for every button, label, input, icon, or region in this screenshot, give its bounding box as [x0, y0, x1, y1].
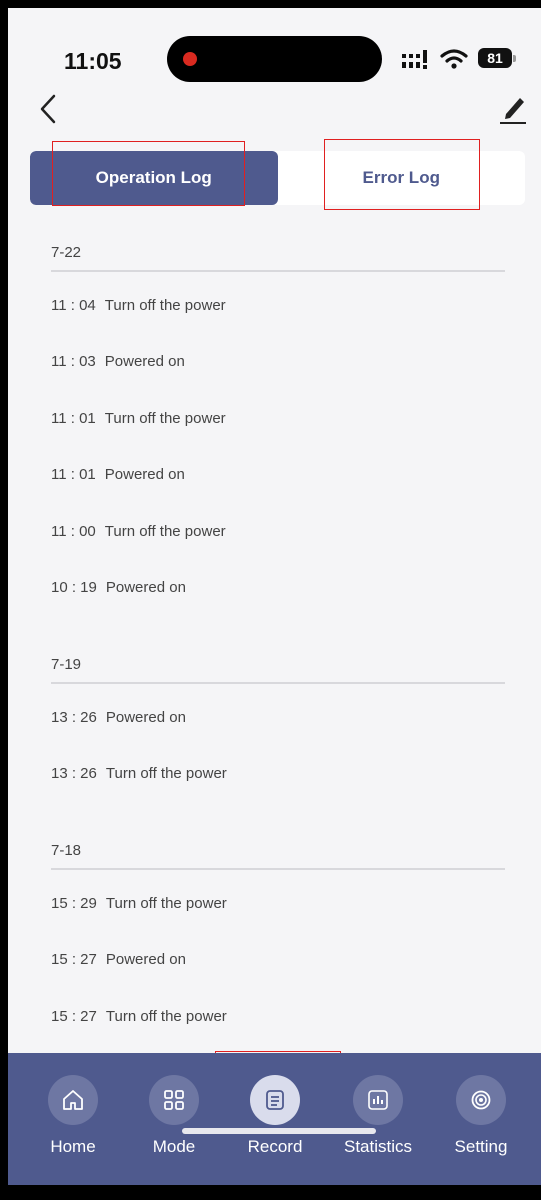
- log-time: 11 : 00: [51, 523, 96, 540]
- document-icon: [266, 1090, 284, 1110]
- status-time: 11:05: [64, 48, 122, 74]
- log-entry: 11 : 01 Powered on: [51, 466, 185, 483]
- log-tabs: Operation Log Error Log: [30, 151, 525, 205]
- log-entry: 15 : 27 Turn off the power: [51, 1008, 227, 1025]
- nav-record-circle: [250, 1075, 300, 1125]
- log-time: 10 : 19: [51, 579, 97, 596]
- log-text: Powered on: [105, 951, 186, 968]
- log-text: Turn off the power: [104, 297, 226, 314]
- nav-statistics-label: Statistics: [343, 1137, 413, 1156]
- pencil-icon: [500, 98, 526, 124]
- status-bar: 11:05 81: [8, 8, 541, 88]
- wifi-icon: [440, 49, 468, 69]
- date-header: 7-22: [51, 244, 505, 272]
- date-header: 7-18: [51, 842, 505, 870]
- log-text: Turn off the power: [105, 1008, 227, 1025]
- chevron-left-icon: [40, 94, 56, 124]
- log-time: 15 : 29: [51, 895, 97, 912]
- back-button[interactable]: [34, 92, 64, 126]
- log-entry: 11 : 00 Turn off the power: [51, 523, 226, 540]
- nav-home[interactable]: Home: [23, 1075, 123, 1157]
- log-text: Turn off the power: [104, 523, 226, 540]
- nav-mode[interactable]: Mode: [124, 1075, 224, 1157]
- nav-record[interactable]: Record: [225, 1075, 325, 1157]
- gear-icon: [471, 1090, 491, 1110]
- nav-home-label: Home: [50, 1137, 96, 1156]
- log-time: 15 : 27: [51, 1008, 97, 1025]
- log-text: Turn off the power: [105, 765, 227, 782]
- log-text: Turn off the power: [104, 410, 226, 427]
- recording-dot-icon: [183, 52, 197, 66]
- bar-chart-icon: [368, 1090, 388, 1110]
- battery-tip: [513, 55, 516, 62]
- log-entry: 15 : 29 Turn off the power: [51, 895, 227, 912]
- cellular-signal-icon: [402, 50, 427, 69]
- log-text: Powered on: [104, 353, 185, 370]
- log-entry: 13 : 26 Turn off the power: [51, 765, 227, 782]
- home-icon: [63, 1090, 83, 1110]
- log-time: 15 : 27: [51, 951, 97, 968]
- battery-icon: 81: [478, 48, 512, 68]
- edit-button[interactable]: [496, 90, 530, 126]
- log-time: 11 : 04: [51, 297, 96, 314]
- log-entry: 10 : 19 Powered on: [51, 579, 186, 596]
- log-time: 11 : 03: [51, 353, 96, 370]
- log-time: 11 : 01: [51, 466, 96, 483]
- log-time: 11 : 01: [51, 410, 96, 427]
- date-header: 7-19: [51, 656, 505, 684]
- log-entry: 13 : 26 Powered on: [51, 709, 186, 726]
- log-entry: 11 : 04 Turn off the power: [51, 297, 226, 314]
- nav-setting-label: Setting: [454, 1137, 508, 1156]
- log-time: 13 : 26: [51, 765, 97, 782]
- nav-statistics-circle: [353, 1075, 403, 1125]
- log-entry: 11 : 03 Powered on: [51, 353, 185, 370]
- log-text: Turn off the power: [105, 895, 227, 912]
- log-text: Powered on: [105, 709, 186, 726]
- bottom-navigation: Home Mode Record Statistics Setting: [8, 1053, 541, 1185]
- nav-home-circle: [48, 1075, 98, 1125]
- app-screen: 11:05 81 Operation Log Error Log 7-22 11…: [8, 8, 541, 1185]
- nav-setting[interactable]: Setting: [431, 1075, 531, 1157]
- log-entry: 11 : 01 Turn off the power: [51, 410, 226, 427]
- nav-record-label: Record: [247, 1137, 303, 1156]
- nav-mode-label: Mode: [152, 1137, 196, 1156]
- home-indicator: [182, 1128, 376, 1134]
- log-text: Powered on: [105, 579, 186, 596]
- log-text: Powered on: [104, 466, 185, 483]
- grid-icon: [164, 1090, 184, 1110]
- log-entry: 15 : 27 Powered on: [51, 951, 186, 968]
- tab-operation-log[interactable]: Operation Log: [30, 151, 278, 205]
- nav-statistics[interactable]: Statistics: [328, 1075, 428, 1157]
- nav-mode-circle: [149, 1075, 199, 1125]
- tab-error-log[interactable]: Error Log: [278, 151, 526, 205]
- log-time: 13 : 26: [51, 709, 97, 726]
- nav-setting-circle: [456, 1075, 506, 1125]
- dynamic-island: [167, 36, 382, 82]
